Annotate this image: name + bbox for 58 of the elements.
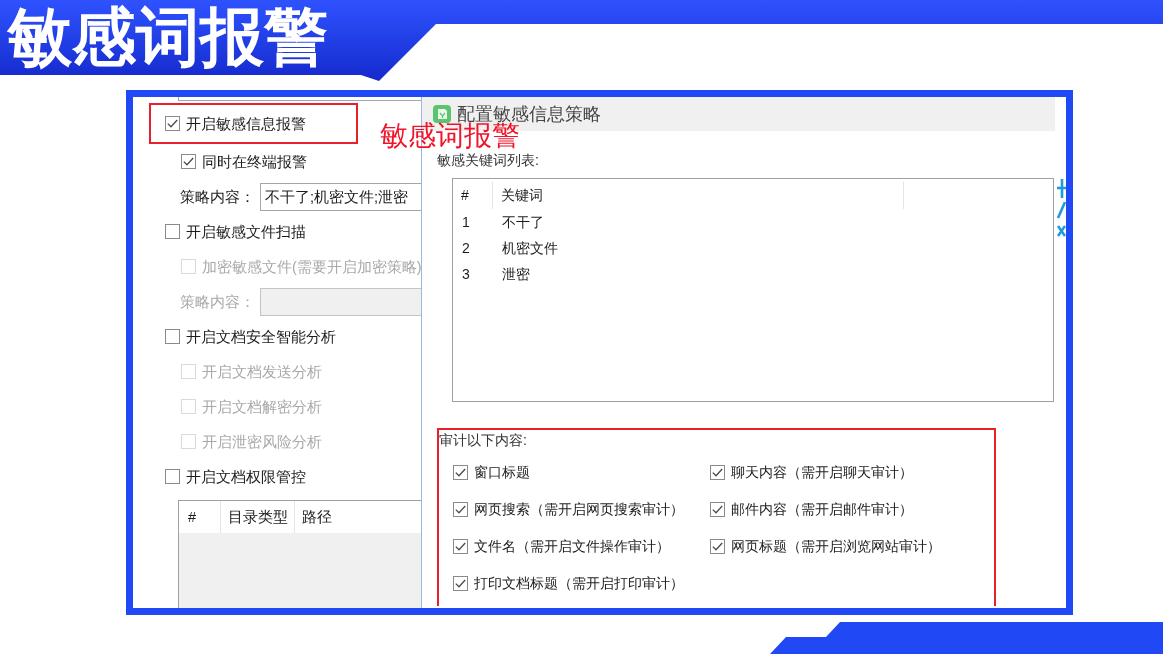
checkbox-label: 开启泄密风险分析: [202, 432, 322, 452]
checkbox-label: 网页搜索（需开启网页搜索审计）: [474, 500, 684, 519]
checkmark-icon: [455, 542, 466, 551]
checkbox-label: 打印文档标题（需开启打印审计）: [474, 574, 684, 593]
section-label: 审计以下内容:: [439, 431, 527, 450]
table-cell-text: 机密文件: [501, 238, 558, 258]
checkmark-icon: [183, 157, 194, 166]
checkbox-label: 开启文档解密分析: [202, 397, 322, 417]
checkmark-icon: [455, 468, 466, 477]
checkbox-label: 窗口标题: [474, 463, 530, 482]
checkbox[interactable]: [710, 502, 725, 517]
checkbox-label: 开启敏感文件扫描: [186, 222, 306, 242]
checkbox-label: 开启文档安全智能分析: [186, 327, 336, 347]
checkbox[interactable]: [165, 224, 180, 239]
checkbox[interactable]: [453, 539, 468, 554]
checkbox[interactable]: [165, 469, 180, 484]
checkmark-icon: [712, 468, 723, 477]
checkbox-label: 同时在终端报警: [202, 152, 307, 172]
table-cell-text: 泄密: [501, 264, 530, 284]
table-cell-text: 3: [461, 264, 471, 284]
checkmark-icon: [712, 542, 723, 551]
input-field[interactable]: 不干了;机密文件;泄密: [260, 182, 421, 211]
app-icon: [433, 105, 451, 123]
checkbox-label: 聊天内容（需开启聊天审计）: [731, 463, 913, 482]
column-header[interactable]: 目录类型: [221, 501, 295, 533]
checkbox-label: 开启文档发送分析: [202, 362, 322, 382]
input-field[interactable]: [178, 97, 421, 101]
table-cell-text: 不干了: [501, 212, 544, 232]
checkbox[interactable]: [710, 539, 725, 554]
section-label: 敏感关键词列表:: [437, 151, 539, 169]
checkbox[interactable]: [453, 576, 468, 591]
checkbox-label: 文件名（需开启文件操作审计）: [474, 537, 670, 556]
field-label: 策略内容：: [180, 187, 256, 207]
column-header[interactable]: #: [453, 182, 493, 209]
checkbox-label: 加密敏感文件(需要开启加密策略): [202, 257, 421, 277]
column-header[interactable]: 关键词: [493, 182, 904, 209]
checkbox-label: 邮件内容（需开启邮件审计）: [731, 500, 913, 519]
column-header[interactable]: #: [179, 501, 221, 533]
table-cell-text: 1: [461, 212, 471, 232]
checkmark-icon: [455, 505, 466, 514]
checkbox[interactable]: [165, 116, 180, 131]
checkbox-label: 开启敏感信息报警: [186, 114, 306, 134]
checkmark-icon: [167, 119, 178, 128]
checkbox[interactable]: [710, 465, 725, 480]
field-label: 策略内容：: [180, 292, 256, 312]
checkbox[interactable]: [181, 154, 196, 169]
page-title: 敏感词报警: [6, 0, 329, 75]
checkbox[interactable]: [165, 329, 180, 344]
dialog-title: 配置敏感信息策略: [457, 105, 601, 123]
checkbox-label: 开启文档权限管控: [186, 467, 306, 487]
checkmark-icon: [712, 505, 723, 514]
annotation-text: 敏感词报警: [380, 122, 520, 150]
column-header[interactable]: 路径: [295, 501, 332, 533]
checkbox-label: 网页标题（需开启浏览网站审计）: [731, 537, 941, 556]
checkbox[interactable]: [453, 465, 468, 480]
table-cell-text: 2: [461, 238, 471, 258]
checkmark-icon: [455, 579, 466, 588]
checkbox[interactable]: [453, 502, 468, 517]
